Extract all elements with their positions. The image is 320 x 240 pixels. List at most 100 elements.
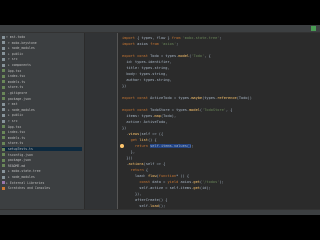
file-icon [2,147,5,151]
code-token: (self => ({ [139,132,164,136]
code-token: TodoStore = types. [150,108,190,112]
code-token: self.active = self.items. [122,186,194,190]
code-token: 'mobx-state-tree' [182,36,220,40]
tree-item-label: ▸ mobx-state-tree [6,169,41,174]
tree-item-label: setupTests.ts [6,147,33,151]
tree-item[interactable]: index.tsx [2,74,82,78]
run-icon[interactable] [311,26,316,31]
tree-item-label: README.md [6,163,26,168]
code-token: function [158,174,177,178]
code-token: }, [122,150,135,154]
tree-item[interactable]: store.ts [2,141,82,145]
tree-item-label: ▾ mobx-keystone [6,40,37,45]
code-token: return [134,144,151,148]
code-line: author: types.string, [122,77,172,83]
code-token: ; [219,36,222,40]
tree-item-label: ▸ node_modules [6,107,35,112]
code-token: get [130,138,140,142]
folder-icon [2,113,5,117]
code-token: items: types. [122,114,155,118]
tree-item-label: ▸ External Libraries [6,180,45,185]
folder-icon [2,102,5,106]
tree-item[interactable]: index.tsx [2,130,82,134]
tree-item[interactable]: ▸ mobx-state-tree [2,169,82,173]
code-token: flow [147,174,157,178]
tree-item-label: models.ts [6,79,26,84]
tree-item[interactable]: setupTests.ts [2,147,82,151]
tree-item-label: index.tsx [6,130,26,135]
tree-item[interactable]: tsconfig.json [2,153,82,157]
code-token: import [122,36,138,40]
ide-window: ▾ mst-todo ▾ mobx-keystone ▸ node_module… [0,25,320,215]
tree-item[interactable]: Scratches and Consoles [2,186,82,190]
tree-item-label: package.json [6,158,31,163]
tree-item[interactable]: ▾ src [2,119,82,123]
lightbulb-icon[interactable] [120,144,124,148]
tree-item[interactable]: models.ts [2,80,82,84]
tree-item[interactable]: App.tsx [2,125,82,129]
code-token: actions [128,162,144,166]
code-token: (self => { [143,162,166,166]
file-icon [2,97,5,101]
tree-item[interactable]: ▸ node_modules [2,108,82,112]
code-token: axios. [180,180,194,184]
file-icon [2,136,5,140]
tree-item[interactable]: ▾ mst-todo [2,35,82,39]
code-token: afterCreate() { [122,198,168,202]
code-token: body: types.string, [122,72,168,76]
file-icon [2,164,5,168]
code-token: ActiveTodo = types. [150,96,192,100]
code-token: '/todos' [202,180,220,184]
code-token: load [150,204,159,208]
tree-item[interactable]: models.ts [2,136,82,140]
code-token: { [145,168,148,172]
tree-item[interactable]: ▾ mobx-keystone [2,41,82,45]
tree-item[interactable]: ▾ mst [2,102,82,106]
tree-item[interactable]: package.json [2,97,82,101]
code-line: export const ActiveTodo = types.maybe(ty… [122,95,252,101]
tree-item[interactable]: package.json [2,158,82,162]
folder-icon [2,46,5,50]
code-token: data = [152,180,168,184]
code-token: from [171,36,183,40]
tree-item-label: models.ts [6,135,26,140]
code-token: axios [137,42,151,46]
tree-item[interactable]: ▸ public [2,113,82,117]
tree-item[interactable]: ▸ node_modules [2,46,82,50]
code-token: 'axios' [160,42,177,46]
file-icon [2,80,5,84]
code-token: author: types.string, [122,78,172,82]
code-token: reference [217,96,237,100]
tree-item-label: ▾ mst [6,102,18,107]
tree-item[interactable]: store.ts [2,85,82,89]
file-icon [2,125,5,129]
scratch-icon [2,186,5,190]
tree-item[interactable]: .gitignore [2,91,82,95]
code-editor[interactable]: import { types, flow } from 'mobx-state-… [118,33,320,215]
tree-item-label: tsconfig.json [6,152,33,157]
code-token: list [139,138,148,142]
file-icon [2,141,5,145]
tree-item[interactable]: README.md [2,164,82,168]
code-token: model [178,54,190,58]
tree-item-label: App.tsx [6,124,22,129]
tree-item[interactable]: ▾ src [2,57,82,61]
tree-item[interactable]: ▸ public [2,52,82,56]
tree-item[interactable]: ▸ External Libraries [2,181,82,185]
code-token: }) [122,126,127,130]
code-token: title: types.string, [122,66,170,70]
code-token: 'Todo' [191,54,205,58]
tree-item-label: store.ts [6,85,24,90]
tree-item[interactable]: ▸ components [2,63,82,67]
code-token: load: [122,174,148,178]
code-token: })) [122,156,133,160]
code-token: , { [204,54,211,58]
code-line: import axios from 'axios'; [122,41,178,47]
tree-item[interactable]: App.tsx [2,69,82,73]
code-token: * () { [176,174,190,178]
file-icon [2,69,5,73]
tree-item[interactable]: ▸ node_modules [2,175,82,179]
code-token: () { [147,138,157,142]
